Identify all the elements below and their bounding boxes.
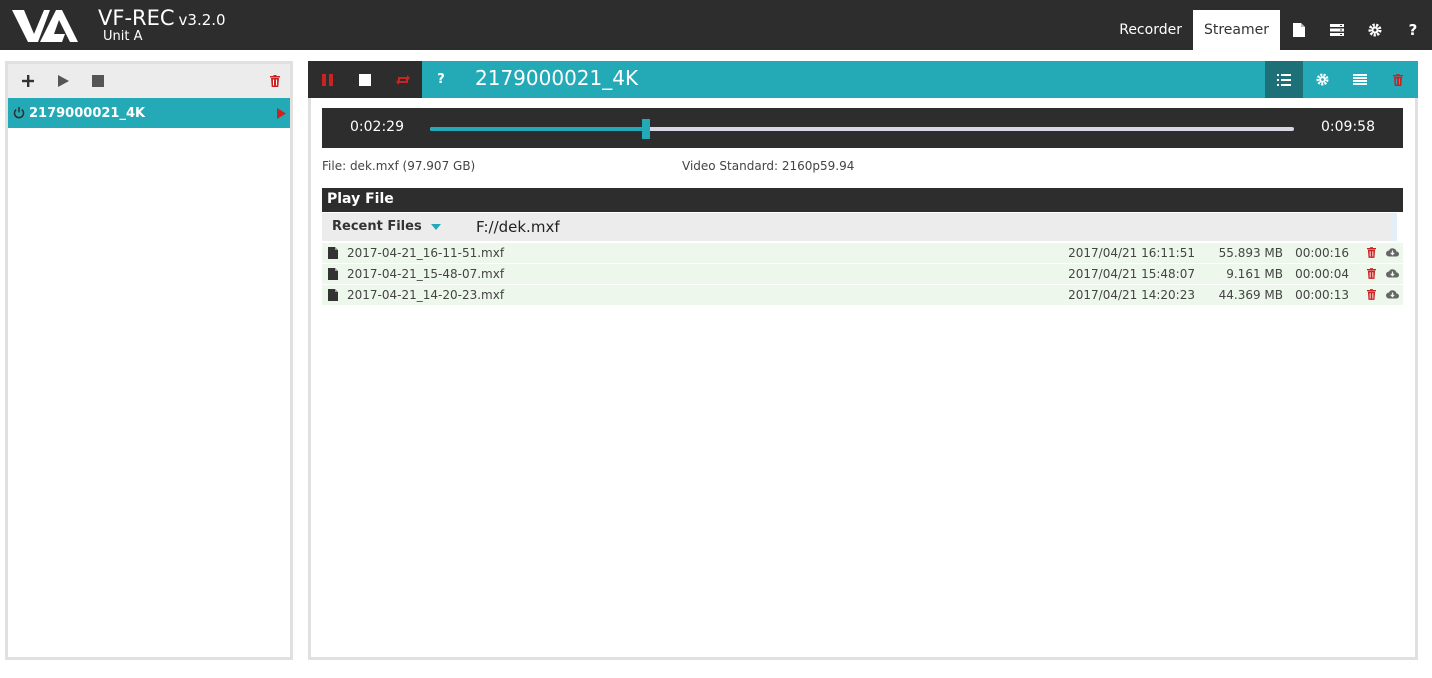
trash-icon[interactable] <box>1367 268 1376 279</box>
help-icon: ? <box>437 72 445 87</box>
channel-delete-button[interactable] <box>1379 61 1417 98</box>
power-icon <box>13 107 25 119</box>
stop-button[interactable] <box>346 61 384 98</box>
play-file-bar: Recent Files <box>322 213 1397 241</box>
file-size: 9.161 MB <box>1226 267 1283 281</box>
channel-title: 2179000021_4K <box>475 66 639 90</box>
transport-controls <box>308 61 422 98</box>
trash-icon[interactable] <box>1367 247 1376 258</box>
file-row[interactable]: 2017-04-21_15-48-07.mxf 2017/04/21 15:48… <box>322 264 1403 285</box>
file-date: 2017/04/21 15:48:07 <box>1068 267 1195 281</box>
playback-bar: 0:02:29 0:09:58 <box>322 108 1403 148</box>
file-icon <box>328 247 338 259</box>
main-nav: Recorder Streamer ? <box>1108 10 1432 50</box>
delete-channel-button[interactable] <box>258 64 292 98</box>
seek-handle[interactable] <box>642 119 650 139</box>
start-channel-button[interactable] <box>46 64 80 98</box>
channel-help-button[interactable]: ? <box>422 61 460 98</box>
stop-icon <box>92 75 104 87</box>
file-duration: 00:00:13 <box>1295 288 1349 302</box>
streamer-panel: ? 2179000021_4K 0:02:29 0:09:58 File: de… <box>308 61 1418 660</box>
channel-settings-button[interactable] <box>1303 61 1341 98</box>
recent-files-label: Recent Files <box>332 219 422 234</box>
file-name: 2017-04-21_14-20-23.mxf <box>347 288 505 302</box>
elapsed-time: 0:02:29 <box>350 119 404 135</box>
help-glyph: ? <box>1408 21 1418 39</box>
settings-icon[interactable] <box>1356 10 1394 50</box>
file-path-input[interactable] <box>476 216 1376 238</box>
list-icon <box>1353 74 1367 85</box>
loop-icon <box>396 74 410 85</box>
cloud-download-icon[interactable] <box>1386 268 1399 278</box>
cloud-download-icon[interactable] <box>1386 247 1399 257</box>
file-name: 2017-04-21_16-11-51.mxf <box>347 246 505 260</box>
pause-button[interactable] <box>308 61 346 98</box>
unit-name: Unit A <box>103 29 143 44</box>
loop-button[interactable] <box>384 61 422 98</box>
playlist-button[interactable] <box>1265 61 1303 98</box>
file-icon <box>328 268 338 280</box>
top-bar: VF-REC v3.2.0 Unit A Recorder Streamer ? <box>0 0 1432 50</box>
channel-item[interactable]: 2179000021_4K <box>8 98 290 128</box>
file-size: 55.893 MB <box>1218 246 1283 260</box>
help-icon[interactable]: ? <box>1394 10 1432 50</box>
plus-icon <box>22 75 34 87</box>
recent-files-dropdown[interactable]: Recent Files <box>332 219 441 234</box>
file-info: File: dek.mxf (97.907 GB) <box>322 159 476 173</box>
add-channel-button[interactable] <box>11 64 45 98</box>
file-icon[interactable] <box>1280 10 1318 50</box>
app-title: VF-REC v3.2.0 <box>98 6 226 30</box>
video-standard: Video Standard: 2160p59.94 <box>682 159 855 173</box>
file-name: 2017-04-21_15-48-07.mxf <box>347 267 505 281</box>
trash-icon[interactable] <box>1367 289 1376 300</box>
seek-progress <box>430 127 646 131</box>
tab-streamer[interactable]: Streamer <box>1192 10 1280 50</box>
channel-panel: 2179000021_4K <box>5 61 293 660</box>
app-name: VF-REC <box>98 6 175 30</box>
play-indicator-icon <box>277 108 286 119</box>
trash-icon <box>1393 73 1403 86</box>
trash-icon <box>270 75 280 87</box>
tab-recorder[interactable]: Recorder <box>1108 10 1193 50</box>
channel-toolbar <box>8 64 290 98</box>
file-list: 2017-04-21_16-11-51.mxf 2017/04/21 16:11… <box>322 243 1403 306</box>
channel-list-button[interactable] <box>1341 61 1379 98</box>
list-numbered-icon <box>1277 73 1291 86</box>
cloud-download-icon[interactable] <box>1386 289 1399 299</box>
total-time: 0:09:58 <box>1321 119 1375 135</box>
file-date: 2017/04/21 16:11:51 <box>1068 246 1195 260</box>
stop-channel-button[interactable] <box>81 64 115 98</box>
pause-icon <box>321 73 333 86</box>
play-icon <box>57 75 69 87</box>
file-duration: 00:00:16 <box>1295 246 1349 260</box>
file-size: 44.369 MB <box>1218 288 1283 302</box>
settings-icon <box>1315 73 1329 86</box>
play-file-header: Play File <box>322 188 1403 212</box>
file-duration: 00:00:04 <box>1295 267 1349 281</box>
storage-icon[interactable] <box>1318 10 1356 50</box>
caret-down-icon <box>430 223 441 230</box>
channel-name: 2179000021_4K <box>29 105 146 121</box>
logo-icon <box>12 10 78 42</box>
seek-track[interactable] <box>430 119 1294 139</box>
app-version: v3.2.0 <box>178 11 226 29</box>
stop-icon <box>359 73 371 86</box>
file-row[interactable]: 2017-04-21_14-20-23.mxf 2017/04/21 14:20… <box>322 285 1403 306</box>
file-date: 2017/04/21 14:20:23 <box>1068 288 1195 302</box>
channel-header: ? 2179000021_4K <box>308 61 1418 98</box>
file-icon <box>328 289 338 301</box>
file-row[interactable]: 2017-04-21_16-11-51.mxf 2017/04/21 16:11… <box>322 243 1403 264</box>
